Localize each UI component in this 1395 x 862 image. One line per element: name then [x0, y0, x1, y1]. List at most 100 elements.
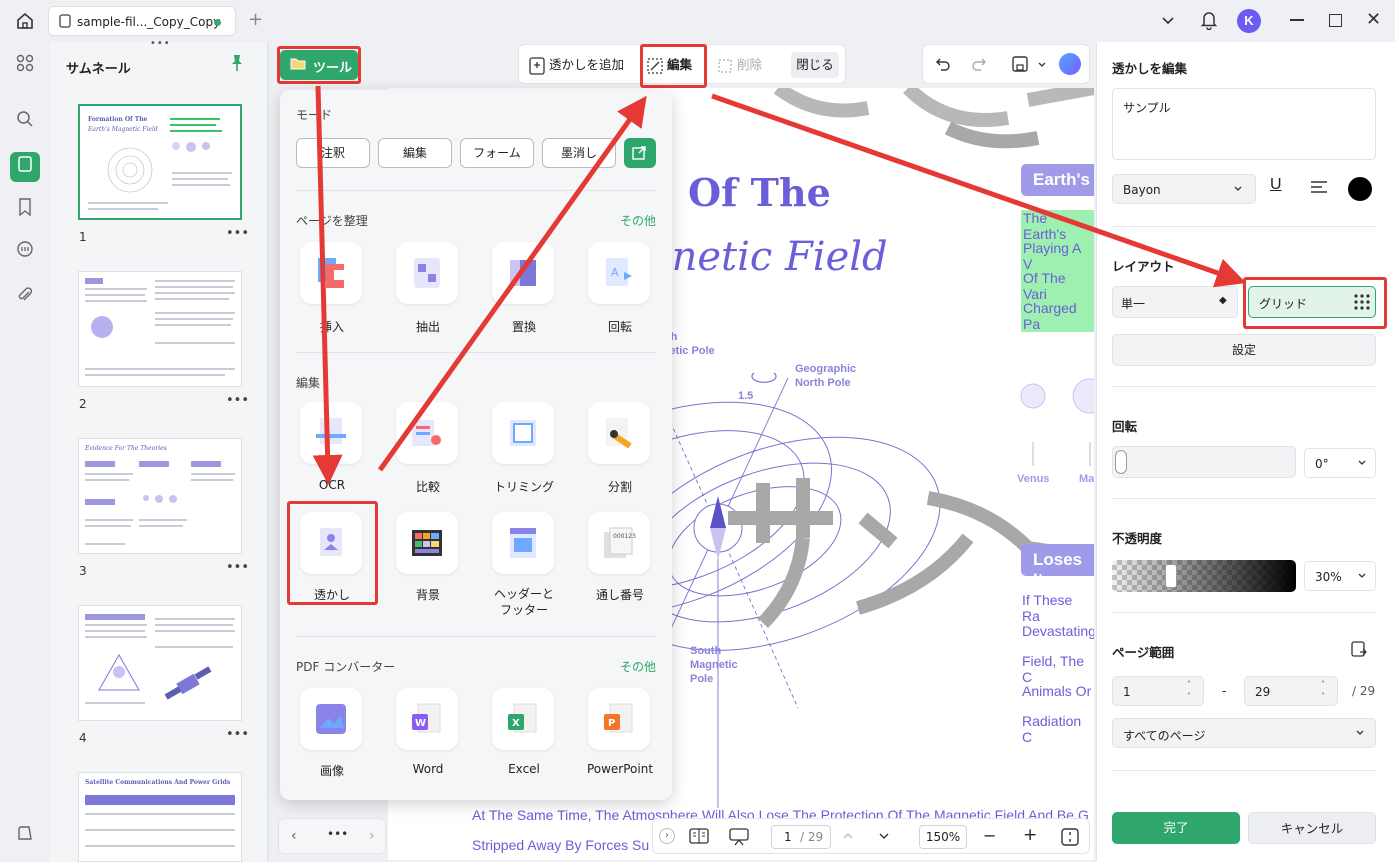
opacity-select[interactable]: 30%: [1304, 561, 1376, 591]
mode-expand-button[interactable]: [624, 138, 656, 168]
thumbnail-page-3[interactable]: Evidence For The Theories: [78, 438, 242, 554]
layout-single-option[interactable]: 単一 ◆: [1112, 286, 1238, 318]
stepper-icon[interactable]: ˄ ˅: [1187, 679, 1191, 703]
mode-edit-button[interactable]: 編集: [378, 138, 452, 168]
font-select[interactable]: Bayon: [1112, 174, 1256, 204]
align-icon[interactable]: [1310, 180, 1328, 199]
loses-badge: Loses It: [1021, 544, 1094, 589]
insert-tool-tile[interactable]: [300, 242, 362, 304]
page-range-reset-icon[interactable]: [1350, 640, 1368, 661]
rotation-value: 0°: [1315, 457, 1329, 471]
pin-icon[interactable]: [229, 54, 245, 76]
zoom-out-icon[interactable]: −: [983, 826, 996, 845]
chevron-right-icon[interactable]: ›: [369, 828, 375, 844]
stepper-icon[interactable]: ˄ ˅: [1321, 679, 1325, 703]
rotate-tool-tile[interactable]: A: [588, 242, 650, 304]
page-number-input[interactable]: 1 / 29: [771, 825, 831, 849]
add-watermark-button[interactable]: 透かしを追加: [529, 52, 624, 78]
save-icon[interactable]: [1011, 55, 1029, 76]
thumbnail-more-icon[interactable]: •••: [226, 727, 249, 742]
convert-word-label: Word: [412, 762, 444, 776]
done-button[interactable]: 完了: [1112, 812, 1240, 844]
converter-more-link[interactable]: その他: [620, 658, 656, 675]
thumbnail-page-4[interactable]: [78, 605, 242, 721]
comment-icon[interactable]: [13, 240, 37, 264]
thumbnail-more-icon[interactable]: •••: [226, 560, 249, 575]
collapse-toolbar-icon[interactable]: ›: [659, 828, 675, 844]
color-swatch-icon[interactable]: [1348, 177, 1372, 201]
attachment-icon[interactable]: [13, 286, 37, 310]
chevron-left-icon[interactable]: ‹: [291, 828, 297, 844]
bookmark-icon[interactable]: [13, 198, 37, 222]
mode-form-button[interactable]: フォーム: [460, 138, 534, 168]
compare-tool-tile[interactable]: [396, 402, 458, 464]
zoom-level[interactable]: 150%: [919, 825, 967, 849]
next-page-icon[interactable]: [877, 829, 891, 846]
svg-text:A: A: [611, 266, 619, 279]
zoom-in-icon[interactable]: +: [1023, 825, 1037, 845]
panel-drag-handle-icon[interactable]: •••: [150, 38, 171, 49]
settings-button[interactable]: 設定: [1112, 334, 1376, 366]
thumbnail-more-icon[interactable]: •••: [226, 393, 249, 408]
chevron-down-icon[interactable]: [1160, 12, 1176, 31]
save-dropdown-icon[interactable]: [1037, 59, 1047, 73]
convert-excel-label: Excel: [508, 762, 540, 776]
rotation-slider-handle[interactable]: [1115, 450, 1127, 474]
watermark-text-input[interactable]: サンプル: [1112, 88, 1376, 160]
thumbnail-page-2[interactable]: [78, 271, 242, 387]
avatar[interactable]: K: [1237, 9, 1261, 33]
rotation-select[interactable]: 0°: [1304, 448, 1376, 478]
page-range-select[interactable]: すべてのページ: [1112, 718, 1376, 748]
close-icon[interactable]: ✕: [1366, 9, 1381, 30]
delete-watermark-button[interactable]: 削除: [717, 52, 762, 78]
thumbnail-page-5[interactable]: Satellite Communications And Power Grids: [78, 772, 242, 862]
search-icon[interactable]: [13, 110, 37, 134]
undo-icon[interactable]: [935, 56, 951, 75]
organize-more-link[interactable]: その他: [620, 212, 656, 229]
prev-page-icon[interactable]: [841, 829, 855, 846]
extract-tool-label: 抽出: [415, 320, 440, 334]
grid-apps-icon[interactable]: [13, 54, 37, 78]
opacity-slider-handle[interactable]: [1165, 564, 1177, 588]
page-range-from-input[interactable]: 1 ˄ ˅: [1112, 676, 1204, 706]
maximize-icon[interactable]: [1329, 14, 1342, 27]
bell-icon[interactable]: [1200, 10, 1218, 33]
extract-tool-tile[interactable]: [396, 242, 458, 304]
thumbnail-panel-title: サムネール: [66, 62, 131, 77]
rotate-tool-label: 回転: [607, 320, 632, 334]
close-watermark-button[interactable]: 閉じる: [791, 52, 839, 78]
convert-powerpoint-label: PowerPoint: [586, 762, 654, 776]
convert-word-tile[interactable]: W: [396, 688, 458, 750]
mode-redact-button[interactable]: 墨消し: [542, 138, 616, 168]
split-tool-tile[interactable]: [588, 402, 650, 464]
redo-icon[interactable]: [971, 56, 987, 75]
mode-annotate-button[interactable]: 注釈: [296, 138, 370, 168]
bates-number-tool-tile[interactable]: 000123: [588, 512, 650, 574]
rotation-slider[interactable]: [1112, 446, 1296, 478]
fit-page-icon[interactable]: [1061, 828, 1079, 849]
crop-tool-tile[interactable]: [492, 402, 554, 464]
presentation-icon[interactable]: [729, 828, 749, 849]
thumbnail-more-icon[interactable]: •••: [226, 226, 249, 241]
reading-mode-icon[interactable]: [689, 828, 709, 847]
cancel-button[interactable]: キャンセル: [1248, 812, 1376, 844]
document-tab[interactable]: sample-fil..._Copy_Copy: [48, 6, 236, 36]
new-tab-icon[interactable]: +: [248, 9, 263, 30]
convert-image-tile[interactable]: [300, 688, 362, 750]
opacity-slider[interactable]: [1112, 560, 1296, 592]
header-footer-tool-tile[interactable]: [492, 512, 554, 574]
thumbnail-page-1[interactable]: Formation Of The Earth's Magnetic Field: [78, 104, 242, 220]
sidebar-toggle-icon[interactable]: [13, 824, 37, 848]
home-icon[interactable]: [15, 11, 35, 35]
convert-excel-tile[interactable]: X: [492, 688, 554, 750]
convert-powerpoint-tile[interactable]: P: [588, 688, 650, 750]
pages-icon[interactable]: [10, 152, 40, 182]
ocr-tool-tile[interactable]: [300, 402, 362, 464]
more-icon[interactable]: •••: [327, 827, 348, 841]
underline-icon[interactable]: U: [1270, 176, 1282, 194]
page-range-to-input[interactable]: 29 ˄ ˅: [1244, 676, 1338, 706]
ai-assistant-icon[interactable]: [1059, 53, 1081, 75]
replace-tool-tile[interactable]: [492, 242, 554, 304]
background-tool-tile[interactable]: [396, 512, 458, 574]
minimize-icon[interactable]: [1290, 19, 1304, 21]
